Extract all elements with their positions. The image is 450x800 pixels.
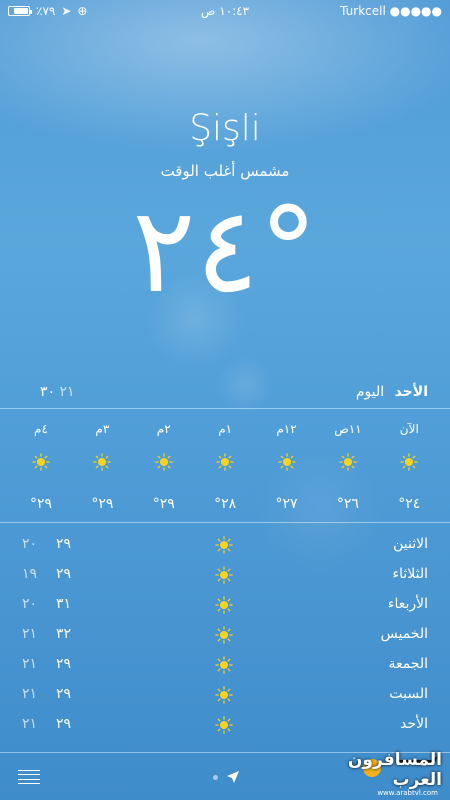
today-summary: الأحد اليوم ٢١ ٣٠: [0, 384, 450, 406]
hourly-forecast[interactable]: الآن °٢٤ ١١ص °٢٦ ١٢م °٢٧ ١م °٢٨ ٢م °٢٩ ٣م °٢٩ ٤م °٢٩: [10, 418, 440, 518]
daily-row: الاثنين ٢٩ ٢٠: [0, 532, 450, 562]
weather-condition: مشمس أغلب الوقت: [160, 162, 290, 180]
hourly-time: ٤م: [34, 422, 48, 436]
daily-high: ٣٢: [56, 626, 72, 642]
daily-low: ١٩: [22, 566, 38, 582]
page-indicator-dot[interactable]: [213, 775, 218, 780]
today-low: ٢١: [59, 384, 75, 400]
hourly-item: ١١ص °٢٦: [317, 418, 378, 518]
hourly-temp: °٢٩: [29, 496, 52, 512]
daily-row: السبت ٢٩ ٢١: [0, 682, 450, 712]
sun-icon: [256, 442, 317, 482]
watermark-url: www.arabtvl.com: [377, 789, 438, 797]
hourly-time: ١١ص: [334, 422, 362, 436]
daily-day-name: الأحد: [400, 716, 428, 732]
daily-row: الأحد ٢٩ ٢١: [0, 712, 450, 742]
sun-icon: [215, 536, 233, 558]
today-day: الأحد: [394, 384, 428, 400]
current-location-icon[interactable]: [226, 770, 240, 784]
watermark-text: المسافرون العرب: [347, 750, 442, 790]
hourly-temp: °٢٤: [398, 496, 421, 512]
daily-low: ٢٠: [22, 536, 38, 552]
daily-low: ٢١: [22, 686, 38, 702]
daily-high: ٢٩: [56, 536, 72, 552]
sun-icon: [215, 626, 233, 648]
hourly-item: ٢م °٢٩: [133, 418, 194, 518]
watermark-logo: المسافرون العرب www.arabtvl.com: [342, 750, 442, 797]
daily-day-name: الأربعاء: [387, 596, 428, 612]
daily-day-name: الثلاثاء: [392, 566, 428, 582]
daily-row: الثلاثاء ٢٩ ١٩: [0, 562, 450, 592]
daily-low: ٢٠: [22, 596, 38, 612]
city-name: Şişli: [189, 108, 261, 149]
daily-high: ٢٩: [56, 686, 72, 702]
hourly-time: ٣م: [95, 422, 110, 436]
hourly-item: ١٢م °٢٧: [256, 418, 317, 518]
sun-icon: [72, 442, 133, 482]
hourly-temp: °٢٦: [336, 496, 359, 512]
daily-high: ٢٩: [56, 716, 72, 732]
list-menu-icon[interactable]: [18, 770, 40, 784]
daily-day-name: الاثنين: [393, 536, 428, 552]
sun-icon: [133, 442, 194, 482]
sun-icon: [215, 566, 233, 588]
daily-row: الجمعة ٢٩ ٢١: [0, 652, 450, 682]
sun-icon: [215, 656, 233, 678]
bottom-toolbar: المسافرون العرب www.arabtvl.com: [0, 750, 450, 800]
hourly-time: الآن: [399, 422, 419, 436]
hourly-time: ١م: [218, 422, 233, 436]
hourly-item: ٤م °٢٩: [10, 418, 71, 518]
sun-icon: [379, 442, 440, 482]
daily-day-name: الجمعة: [388, 656, 428, 672]
hourly-item: ٣م °٢٩: [72, 418, 133, 518]
daily-day-name: الخميس: [380, 626, 428, 642]
divider-top: [0, 408, 450, 409]
daily-day-name: السبت: [389, 686, 428, 702]
sun-icon: [215, 686, 233, 708]
divider-middle: [0, 522, 450, 523]
sun-icon: [194, 442, 255, 482]
current-temperature: ٢٤°: [132, 181, 318, 319]
daily-low: ٢١: [22, 716, 38, 732]
today-temps: ٢١ ٣٠: [22, 384, 75, 400]
sun-icon: [215, 596, 233, 618]
sun-icon: [317, 442, 378, 482]
today-label: اليوم: [355, 384, 385, 400]
sun-icon: [215, 716, 233, 738]
signal-dots-icon: ●●●●●: [389, 4, 442, 18]
hourly-item: الآن °٢٤: [379, 418, 440, 518]
daily-high: ٣١: [56, 596, 72, 612]
status-bar: ٪٧٩ ➤ ⊕ ١٠:٤٣ ص Turkcell ●●●●●: [0, 0, 450, 22]
carrier-name: Turkcell: [340, 4, 386, 18]
daily-row: الخميس ٣٢ ٢١: [0, 622, 450, 652]
today-label-group: الأحد اليوم: [356, 384, 428, 400]
status-carrier: Turkcell ●●●●●: [340, 4, 442, 18]
hourly-item: ١م °٢٨: [194, 418, 255, 518]
hourly-time: ٢م: [156, 422, 171, 436]
today-high: ٣٠: [40, 384, 56, 400]
hourly-temp: °٢٧: [275, 496, 298, 512]
hourly-temp: °٢٩: [152, 496, 175, 512]
daily-row: الأربعاء ٣١ ٢٠: [0, 592, 450, 622]
hourly-time: ١٢م: [276, 422, 297, 436]
daily-low: ٢١: [22, 626, 38, 642]
sun-icon: [10, 442, 71, 482]
hourly-temp: °٢٨: [214, 496, 237, 512]
daily-low: ٢١: [22, 656, 38, 672]
hourly-temp: °٢٩: [91, 496, 114, 512]
daily-high: ٢٩: [56, 656, 72, 672]
daily-high: ٢٩: [56, 566, 72, 582]
